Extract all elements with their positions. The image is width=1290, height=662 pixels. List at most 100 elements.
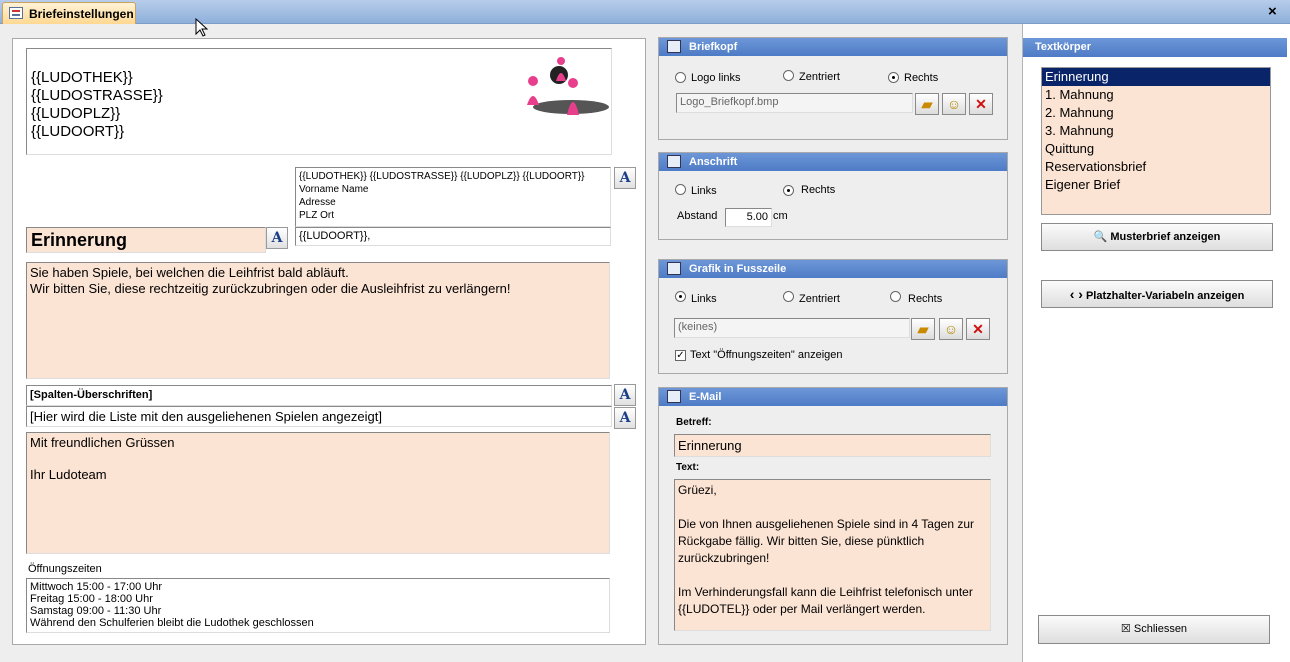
font-button-subject[interactable]: A — [266, 227, 288, 249]
radio-label: Rechts — [908, 293, 943, 305]
radio-label: Logo links — [691, 72, 741, 84]
anschrift-title: Anschrift — [689, 156, 738, 168]
folder-open-icon[interactable]: ▰ — [911, 318, 935, 340]
briefkopf-file-field[interactable]: Logo_Briefkopf.bmp — [676, 93, 913, 113]
close-icon[interactable]: × — [1268, 3, 1277, 20]
list-item[interactable]: Quittung — [1042, 140, 1270, 158]
hours-line: Freitag 15:00 - 18:00 Uhr — [30, 593, 153, 605]
textkoerper-list[interactable]: Erinnerung 1. Mahnung 2. Mahnung 3. Mahn… — [1041, 67, 1271, 215]
envelope-icon — [667, 390, 681, 403]
distance-label: Abstand — [677, 210, 718, 222]
radio-label: Rechts — [904, 72, 939, 84]
header-line: {{LUDOSTRASSE}} — [31, 87, 163, 104]
fusszeile-header: Grafik in Fusszeile — [659, 260, 1007, 278]
radio-label: Zentriert — [799, 293, 840, 305]
distance-unit: cm — [773, 210, 788, 222]
briefkopf-title: Briefkopf — [689, 41, 738, 53]
hours-line: Samstag 09:00 - 11:30 Uhr — [30, 605, 162, 617]
radio-links[interactable] — [675, 184, 686, 195]
tab-label: Briefeinstellungen — [29, 7, 134, 21]
letter-header[interactable]: {{LUDOTHEK}} {{LUDOSTRASSE}} {{LUDOPLZ}}… — [26, 48, 612, 155]
radio-logo-links[interactable] — [675, 72, 686, 83]
close-button[interactable]: ☒ Schliessen — [1038, 615, 1270, 644]
address-line: Adresse — [299, 197, 336, 208]
radio-zentriert[interactable] — [783, 291, 794, 302]
header-line: {{LUDOPLZ}} — [31, 105, 121, 122]
radio-rechts[interactable] — [888, 72, 899, 83]
hours-label: Öffnungszeiten — [28, 563, 102, 575]
email-text-field[interactable]: Grüezi, Die von Ihnen ausgeliehenen Spie… — [674, 479, 991, 631]
list-item[interactable]: 2. Mahnung — [1042, 104, 1270, 122]
briefkopf-header: Briefkopf — [659, 38, 1007, 56]
email-header: E-Mail — [659, 388, 1007, 406]
font-button-address[interactable]: A — [614, 167, 636, 189]
smiley-icon[interactable]: ☺ — [942, 93, 966, 115]
font-button-list[interactable]: A — [614, 407, 636, 429]
address-line: PLZ Ort — [299, 210, 335, 221]
fusszeile-panel: Grafik in Fusszeile Links Zentriert Rech… — [658, 259, 1008, 374]
settings-icon — [667, 155, 681, 168]
closing-field[interactable]: Mit freundlichen Grüssen Ihr Ludoteam — [26, 432, 610, 554]
letter-body-field[interactable]: Sie haben Spiele, bei welchen die Leihfr… — [26, 262, 610, 379]
anschrift-header: Anschrift — [659, 153, 1007, 171]
distance-input[interactable]: 5.00 — [725, 208, 772, 227]
hours-field[interactable]: Mittwoch 15:00 - 17:00 Uhr Freitag 15:00… — [26, 578, 610, 633]
list-item[interactable]: 1. Mahnung — [1042, 86, 1270, 104]
form-icon — [9, 7, 23, 19]
email-panel: E-Mail Betreff: Erinnerung Text: Grüezi,… — [658, 387, 1008, 645]
header-line: {{LUDOORT}} — [31, 123, 125, 140]
address-line: {{LUDOTHEK}} {{LUDOSTRASSE}} {{LUDOPLZ}}… — [299, 171, 585, 182]
list-item[interactable]: 3. Mahnung — [1042, 122, 1270, 140]
font-button-columns[interactable]: A — [614, 384, 636, 406]
mouse-cursor — [195, 18, 209, 37]
place-date-field[interactable]: {{LUDOORT}}, — [295, 227, 611, 246]
email-subject-label: Betreff: — [676, 417, 712, 428]
preview-button-label: Musterbrief anzeigen — [1110, 231, 1221, 243]
radio-label: Links — [691, 185, 717, 197]
anschrift-panel: Anschrift Links Rechts Abstand 5.00 cm — [658, 152, 1008, 240]
radio-label: Links — [691, 293, 717, 305]
settings-icon — [667, 262, 681, 275]
header-line: {{LUDOTHEK}} — [31, 69, 133, 86]
checkbox-label: Text "Öffnungszeiten" anzeigen — [690, 349, 843, 361]
radio-zentriert[interactable] — [783, 70, 794, 81]
delete-x-icon[interactable]: ✕ — [969, 93, 993, 115]
angle-brackets-icon: ‹ › — [1069, 286, 1083, 302]
fusszeile-title: Grafik in Fusszeile — [689, 263, 787, 275]
radio-rechts[interactable] — [783, 185, 794, 196]
radio-rechts[interactable] — [890, 291, 901, 302]
hours-line: Mittwoch 15:00 - 17:00 Uhr — [30, 581, 163, 593]
email-text-label: Text: — [676, 462, 700, 473]
settings-icon — [667, 40, 681, 53]
hours-line: Während den Schulferien bleibt die Ludot… — [30, 617, 314, 629]
tab-briefeinstellungen[interactable]: Briefeinstellungen — [2, 2, 136, 24]
folder-open-icon[interactable]: ▰ — [915, 93, 939, 115]
show-placeholders-button[interactable]: ‹ › Platzhalter-Variabeln anzeigen — [1041, 280, 1273, 308]
delete-x-icon[interactable]: ✕ — [966, 318, 990, 340]
document-tab-bar — [0, 0, 1290, 24]
columns-header-field[interactable]: [Spalten-Überschriften] — [26, 385, 612, 406]
list-item[interactable]: Reservationsbrief — [1042, 158, 1270, 176]
hours-checkbox[interactable]: ✓ — [675, 350, 686, 361]
email-subject-field[interactable]: Erinnerung — [674, 434, 991, 457]
textkoerper-header: Textkörper — [1023, 38, 1287, 57]
header-lines: {{LUDOTHEK}} {{LUDOSTRASSE}} {{LUDOPLZ}}… — [31, 69, 163, 141]
close-x-icon: ☒ — [1120, 623, 1131, 635]
list-item[interactable]: Eigener Brief — [1042, 176, 1270, 194]
placeholders-button-label: Platzhalter-Variabeln anzeigen — [1085, 290, 1245, 302]
briefkopf-panel: Briefkopf Logo links Zentriert Rechts Lo… — [658, 37, 1008, 140]
list-item[interactable]: Erinnerung — [1042, 68, 1270, 86]
list-placeholder: [Hier wird die Liste mit den ausgeliehen… — [26, 406, 612, 427]
email-title: E-Mail — [689, 391, 722, 403]
radio-label: Rechts — [801, 184, 836, 196]
subject-field[interactable]: Erinnerung — [26, 227, 266, 253]
smiley-icon[interactable]: ☺ — [939, 318, 963, 340]
address-line: Vorname Name — [299, 184, 369, 195]
radio-links[interactable] — [675, 291, 686, 302]
preview-letter-button[interactable]: 🔍 Musterbrief anzeigen — [1041, 223, 1273, 251]
ludothek-logo — [527, 57, 609, 115]
address-block[interactable]: {{LUDOTHEK}} {{LUDOSTRASSE}} {{LUDOPLZ}}… — [295, 167, 611, 227]
close-button-label: Schliessen — [1133, 623, 1188, 635]
footer-file-field[interactable]: (keines) — [674, 318, 910, 338]
radio-label: Zentriert — [799, 71, 840, 83]
